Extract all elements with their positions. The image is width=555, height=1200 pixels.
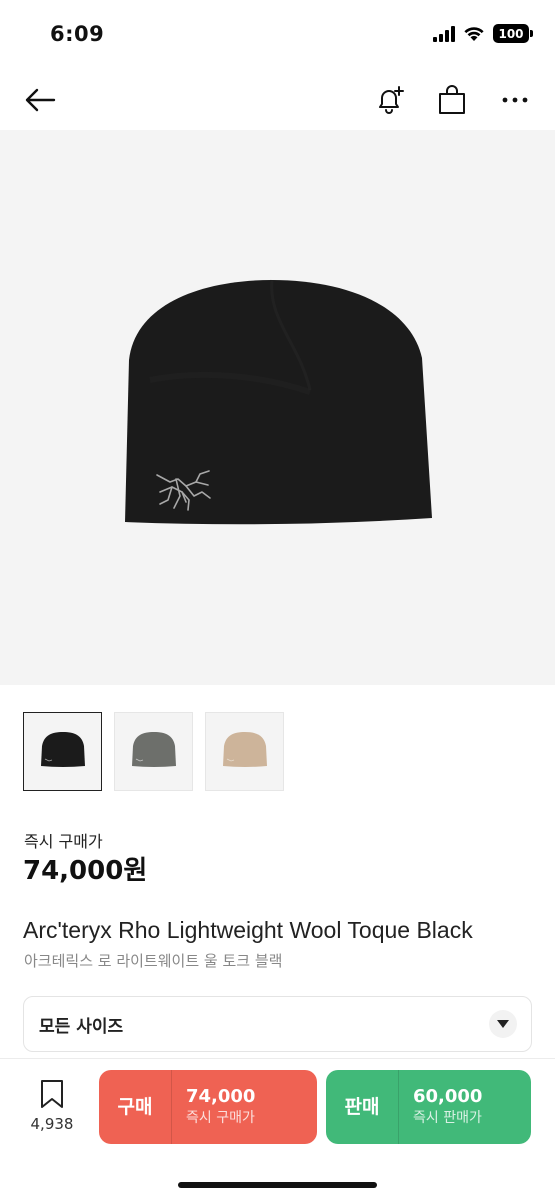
bookmark-button[interactable]: 4,938 (24, 1079, 80, 1139)
size-selector-label: 모든 사이즈 (39, 1016, 124, 1037)
shopping-bag-button[interactable] (432, 80, 472, 120)
beanie-thumbnail (222, 731, 267, 767)
shopping-bag-icon (439, 85, 465, 114)
thumbnail-black[interactable] (23, 712, 102, 791)
notification-button[interactable] (370, 80, 410, 120)
buy-button-sub: 즉시 구매가 (186, 1110, 255, 1126)
product-title: Arc'teryx Rho Lightweight Wool Toque Bla… (23, 917, 473, 943)
thumbnail-grey[interactable] (114, 712, 193, 791)
bell-plus-icon (379, 86, 404, 114)
thumbnail-beige[interactable] (205, 712, 284, 791)
price-label: 즉시 구매가 (24, 832, 103, 851)
chevron-down-icon (489, 1010, 517, 1038)
bookmark-icon (41, 1080, 63, 1108)
back-arrow-icon (25, 88, 56, 112)
bookmark-count: 4,938 (30, 1115, 74, 1133)
thumbnail-strip (23, 712, 284, 791)
buy-button-label: 구매 (99, 1070, 172, 1144)
sell-button-price: 60,000 (413, 1086, 483, 1107)
status-bar: 6:09 100 (0, 0, 555, 70)
home-indicator[interactable] (178, 1182, 377, 1188)
product-subtitle: 아크테릭스 로 라이트웨이트 울 토크 블랙 (24, 952, 283, 970)
back-button[interactable] (20, 80, 60, 120)
wifi-icon (464, 27, 484, 41)
buy-button[interactable]: 구매 74,000 즉시 구매가 (99, 1070, 317, 1144)
bottom-action-bar: 4,938 구매 74,000 즉시 구매가 판매 60,000 즉시 판매가 (0, 1058, 555, 1200)
beanie-thumbnail (131, 731, 176, 767)
price-value: 74,000원 (23, 856, 148, 886)
status-indicators: 100 (433, 24, 533, 43)
product-image[interactable] (0, 130, 555, 685)
size-selector[interactable]: 모든 사이즈 (23, 996, 532, 1052)
beanie-thumbnail (40, 731, 85, 767)
beanie-image (125, 279, 432, 525)
sell-button-label: 판매 (326, 1070, 399, 1144)
battery-icon: 100 (493, 24, 533, 43)
sell-button[interactable]: 판매 60,000 즉시 판매가 (326, 1070, 531, 1144)
buy-button-price: 74,000 (186, 1086, 256, 1107)
nav-bar (0, 70, 555, 128)
sell-button-sub: 즉시 판매가 (413, 1110, 482, 1126)
more-horizontal-icon (502, 97, 528, 103)
battery-level: 100 (498, 26, 524, 41)
more-button[interactable] (495, 80, 535, 120)
status-time: 6:09 (50, 22, 105, 46)
cellular-signal-icon (433, 25, 455, 42)
